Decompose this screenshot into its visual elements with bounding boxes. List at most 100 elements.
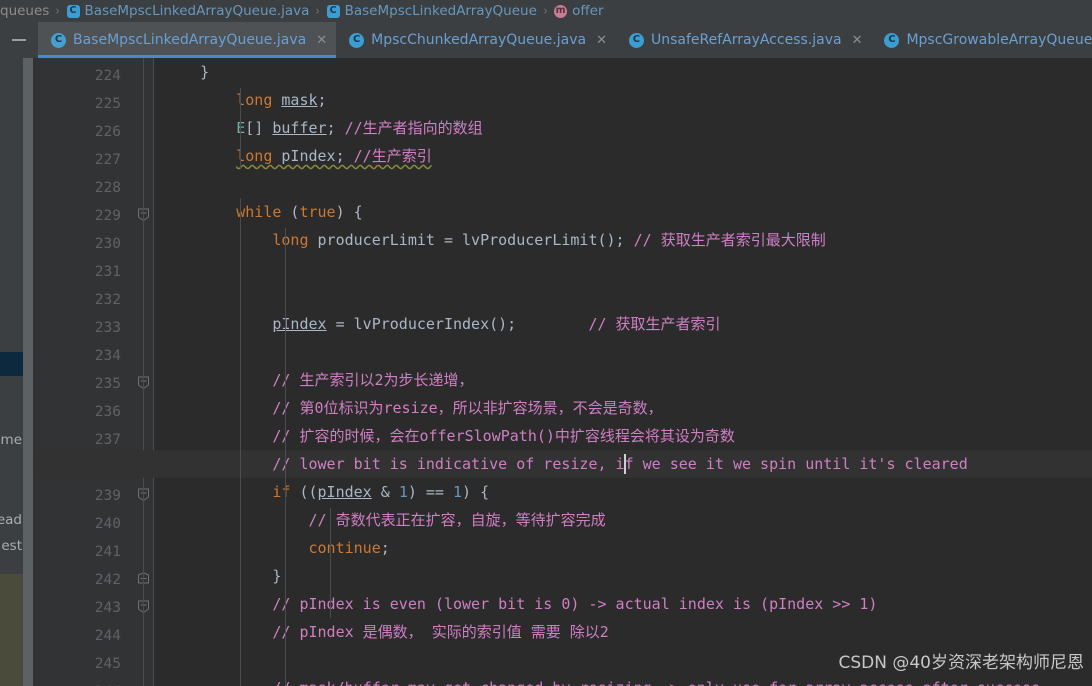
editor-tab-3[interactable]: CMpscGrowableArrayQueue.java✕: [871, 22, 1092, 58]
stripe-text-fragment-2: est: [1, 538, 22, 554]
breadcrumb-item-2[interactable]: C BaseMpscLinkedArrayQueue: [326, 0, 537, 22]
code-token: // 获取生产者索引: [588, 315, 721, 333]
minimize-icon: [12, 39, 26, 41]
line-number-229: 229: [94, 208, 121, 224]
code-token: mask: [281, 91, 318, 109]
code-token: // pIndex is even (lower bit is 0) -> ac…: [272, 595, 878, 613]
line-number-227: 227: [94, 152, 121, 168]
editor-tab-1[interactable]: C MpscChunkedArrayQueue.java ✕: [336, 22, 616, 58]
line-number-245: 245: [94, 656, 121, 672]
line-number-246: 246: [95, 678, 121, 686]
breadcrumb-item-label: BaseMpscLinkedArrayQueue.java: [84, 3, 310, 19]
code-token: pIndex: [281, 147, 336, 165]
method-icon: m: [554, 4, 568, 18]
code-line-244[interactable]: // pIndex 是偶数， 实际的索引值 需要 除以2: [154, 618, 608, 646]
line-number-244: 244: [94, 628, 121, 644]
close-icon[interactable]: ✕: [852, 34, 863, 47]
text-caret: [624, 454, 626, 474]
code-line-237[interactable]: // 扩容的时候，会在offerSlowPath()中扩容线程会将其设为奇数: [154, 422, 735, 450]
code-token: pIndex: [317, 483, 372, 501]
code-token: producerLimit = lvProducerLimit();: [308, 231, 634, 249]
code-line-232[interactable]: [154, 282, 164, 310]
code-line-234[interactable]: [154, 338, 164, 366]
code-line-235[interactable]: // 生产索引以2为步长递增，: [154, 366, 474, 394]
editor-gutter[interactable]: 224 225 226 227 228 229 230 231 232 233 234 235 236 2…: [33, 58, 133, 686]
code-line-242[interactable]: }: [154, 562, 281, 590]
code-token: buffer: [272, 119, 327, 137]
code-token: // 生产索引以2为步长递增，: [272, 371, 474, 389]
code-text-layer[interactable]: } long mask; E[] buffer; //生产者指向的数组 long…: [154, 58, 1092, 686]
class-icon: C: [326, 4, 340, 18]
code-token: ) {: [335, 203, 363, 221]
code-token: ) {: [462, 483, 490, 501]
breadcrumb-item-label: offer: [572, 3, 604, 19]
editor-tab-label: MpscGrowableArrayQueue.java: [906, 32, 1092, 48]
code-line-239[interactable]: if ((pIndex & 1) == 1) {: [154, 478, 489, 506]
code-line-226[interactable]: E[] buffer; //生产者指向的数组: [154, 114, 483, 142]
code-line-224[interactable]: }: [154, 58, 209, 86]
code-line-228[interactable]: [154, 170, 164, 198]
code-token: []: [245, 119, 273, 137]
code-token: ;: [380, 539, 390, 557]
line-number-241: 241: [94, 544, 121, 560]
breadcrumb-item-label: queues: [0, 3, 50, 19]
code-token: // 奇数代表正在扩容，自旋，等待扩容完成: [308, 511, 606, 529]
code-token: //生产索引: [353, 147, 432, 165]
code-token: ;: [335, 147, 354, 165]
code-token: // mask/buffer may get changed by resizi…: [272, 679, 1040, 686]
code-line-233[interactable]: pIndex = lvProducerIndex(); // 获取生产者索引: [154, 310, 721, 338]
code-line-241[interactable]: continue;: [154, 534, 390, 562]
line-number-233: 233: [94, 320, 121, 336]
code-token: // 第0位标识为resize，所以非扩容场景，不会是奇数，: [272, 399, 663, 417]
code-line-240[interactable]: // 奇数代表正在扩容，自旋，等待扩容完成: [154, 506, 606, 534]
code-token: // 获取生产者索引最大限制: [633, 231, 826, 249]
code-token: = lvProducerIndex();: [326, 315, 589, 333]
close-icon[interactable]: ✕: [316, 34, 327, 47]
code-token: // 扩容的时候，会在offerSlowPath()中扩容线程会将其设为奇数: [272, 427, 735, 445]
breadcrumb-item-0[interactable]: queues: [0, 0, 49, 22]
code-line-236[interactable]: // 第0位标识为resize，所以非扩容场景，不会是奇数，: [154, 394, 663, 422]
code-editor[interactable]: 224 225 226 227 228 229 230 231 232 233 234 235 236 2…: [33, 58, 1092, 686]
code-line-245[interactable]: [154, 646, 164, 674]
line-number-228: 228: [94, 180, 121, 196]
code-line-230[interactable]: long producerLimit = lvProducerLimit(); …: [154, 226, 826, 254]
code-token: 1: [453, 483, 463, 501]
code-line-238[interactable]: // lower bit is indicative of resize, if…: [154, 450, 967, 478]
code-token: long: [236, 147, 273, 165]
hide-tool-window-button[interactable]: [0, 22, 38, 58]
code-line-243[interactable]: // pIndex is even (lower bit is 0) -> ac…: [154, 590, 877, 618]
code-token: continue: [308, 539, 381, 557]
code-line-229[interactable]: while (true) {: [154, 198, 363, 226]
code-line-231[interactable]: [154, 254, 164, 282]
code-line-246[interactable]: // mask/buffer may get changed by resizi…: [154, 674, 1040, 686]
breadcrumb-item-3[interactable]: m offer: [554, 0, 604, 22]
breadcrumb-separator: ›: [55, 3, 60, 19]
code-token: //生产者指向的数组: [344, 119, 483, 137]
breadcrumb-item-label: BaseMpscLinkedArrayQueue: [344, 3, 537, 19]
indent-guide-2: [285, 228, 286, 686]
code-token: (: [281, 203, 300, 221]
code-token: 1: [398, 483, 408, 501]
close-icon[interactable]: ✕: [596, 34, 607, 47]
editor-tab-2[interactable]: C UnsafeRefArrayAccess.java ✕: [616, 22, 872, 58]
code-line-227[interactable]: long pIndex; //生产索引: [154, 142, 432, 170]
line-number-230: 230: [94, 236, 121, 252]
class-icon: C: [51, 32, 66, 48]
fold-region-line: [143, 58, 144, 686]
class-icon: C: [349, 32, 365, 48]
line-number-231: 231: [94, 264, 121, 280]
tool-window-divider[interactable]: [23, 58, 33, 686]
editor-tab-0[interactable]: C BaseMpscLinkedArrayQueue.java ✕: [38, 22, 337, 58]
class-icon: C: [66, 4, 80, 18]
breadcrumb-item-1[interactable]: C BaseMpscLinkedArrayQueue.java: [66, 0, 310, 22]
